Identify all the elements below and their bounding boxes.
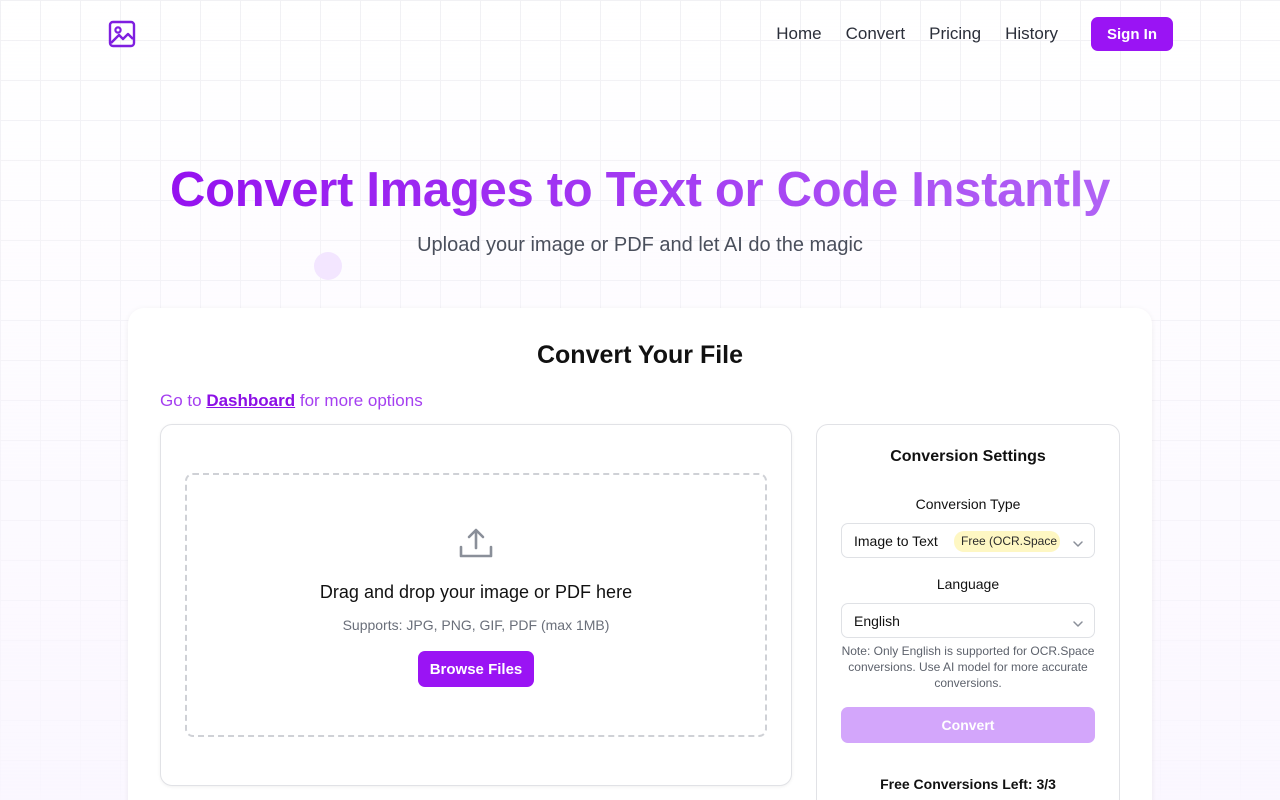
- nav-convert[interactable]: Convert: [846, 24, 906, 44]
- hero-title: Convert Images to Text or Code Instantly: [0, 162, 1280, 218]
- conversion-type-value: Image to Text: [854, 533, 938, 549]
- free-badge: Free (OCR.Space: [954, 531, 1060, 552]
- nav-history[interactable]: History: [1005, 24, 1058, 44]
- dashboard-link[interactable]: Dashboard: [206, 391, 295, 410]
- dropzone-title: Drag and drop your image or PDF here: [319, 582, 633, 602]
- header: Home Convert Pricing History Sign In: [0, 0, 1280, 68]
- chevron-down-icon: [1072, 616, 1084, 627]
- dashboard-hint: Go to Dashboard for more options: [160, 391, 423, 411]
- decorative-dot: [314, 252, 342, 280]
- conversion-type-select[interactable]: Image to Text Free (OCR.Space: [841, 523, 1095, 558]
- hero-subtitle: Upload your image or PDF and let AI do t…: [417, 234, 863, 256]
- image-icon[interactable]: [107, 19, 137, 49]
- conversion-type-label: Conversion Type: [915, 496, 1021, 512]
- settings-title: Conversion Settings: [890, 448, 1046, 465]
- chevron-down-icon: [1072, 536, 1084, 547]
- language-note: Note: Only English is supported for OCR.…: [841, 644, 1095, 690]
- supported-formats: Supports: JPG, PNG, GIF, PDF (max 1MB): [342, 617, 610, 633]
- upload-icon: [458, 525, 494, 561]
- sign-in-button[interactable]: Sign In: [1091, 17, 1173, 51]
- nav-home[interactable]: Home: [776, 24, 821, 44]
- language-label: Language: [936, 576, 1000, 592]
- free-conversions-left: Free Conversions Left: 3/3: [880, 776, 1056, 792]
- dashboard-prefix: Go to: [160, 391, 202, 410]
- language-select[interactable]: English: [841, 603, 1095, 638]
- dashboard-suffix: for more options: [299, 391, 423, 410]
- language-value: English: [854, 613, 900, 629]
- card-title: Convert Your File: [536, 341, 744, 369]
- browse-files-button[interactable]: Browse Files: [418, 651, 534, 687]
- hero-title-text: Convert Images to Text or Code Instantly: [169, 163, 1111, 217]
- top-nav: Home Convert Pricing History Sign In: [776, 17, 1173, 51]
- convert-button[interactable]: Convert: [841, 707, 1095, 743]
- nav-pricing[interactable]: Pricing: [929, 24, 981, 44]
- dropzone[interactable]: [185, 473, 767, 737]
